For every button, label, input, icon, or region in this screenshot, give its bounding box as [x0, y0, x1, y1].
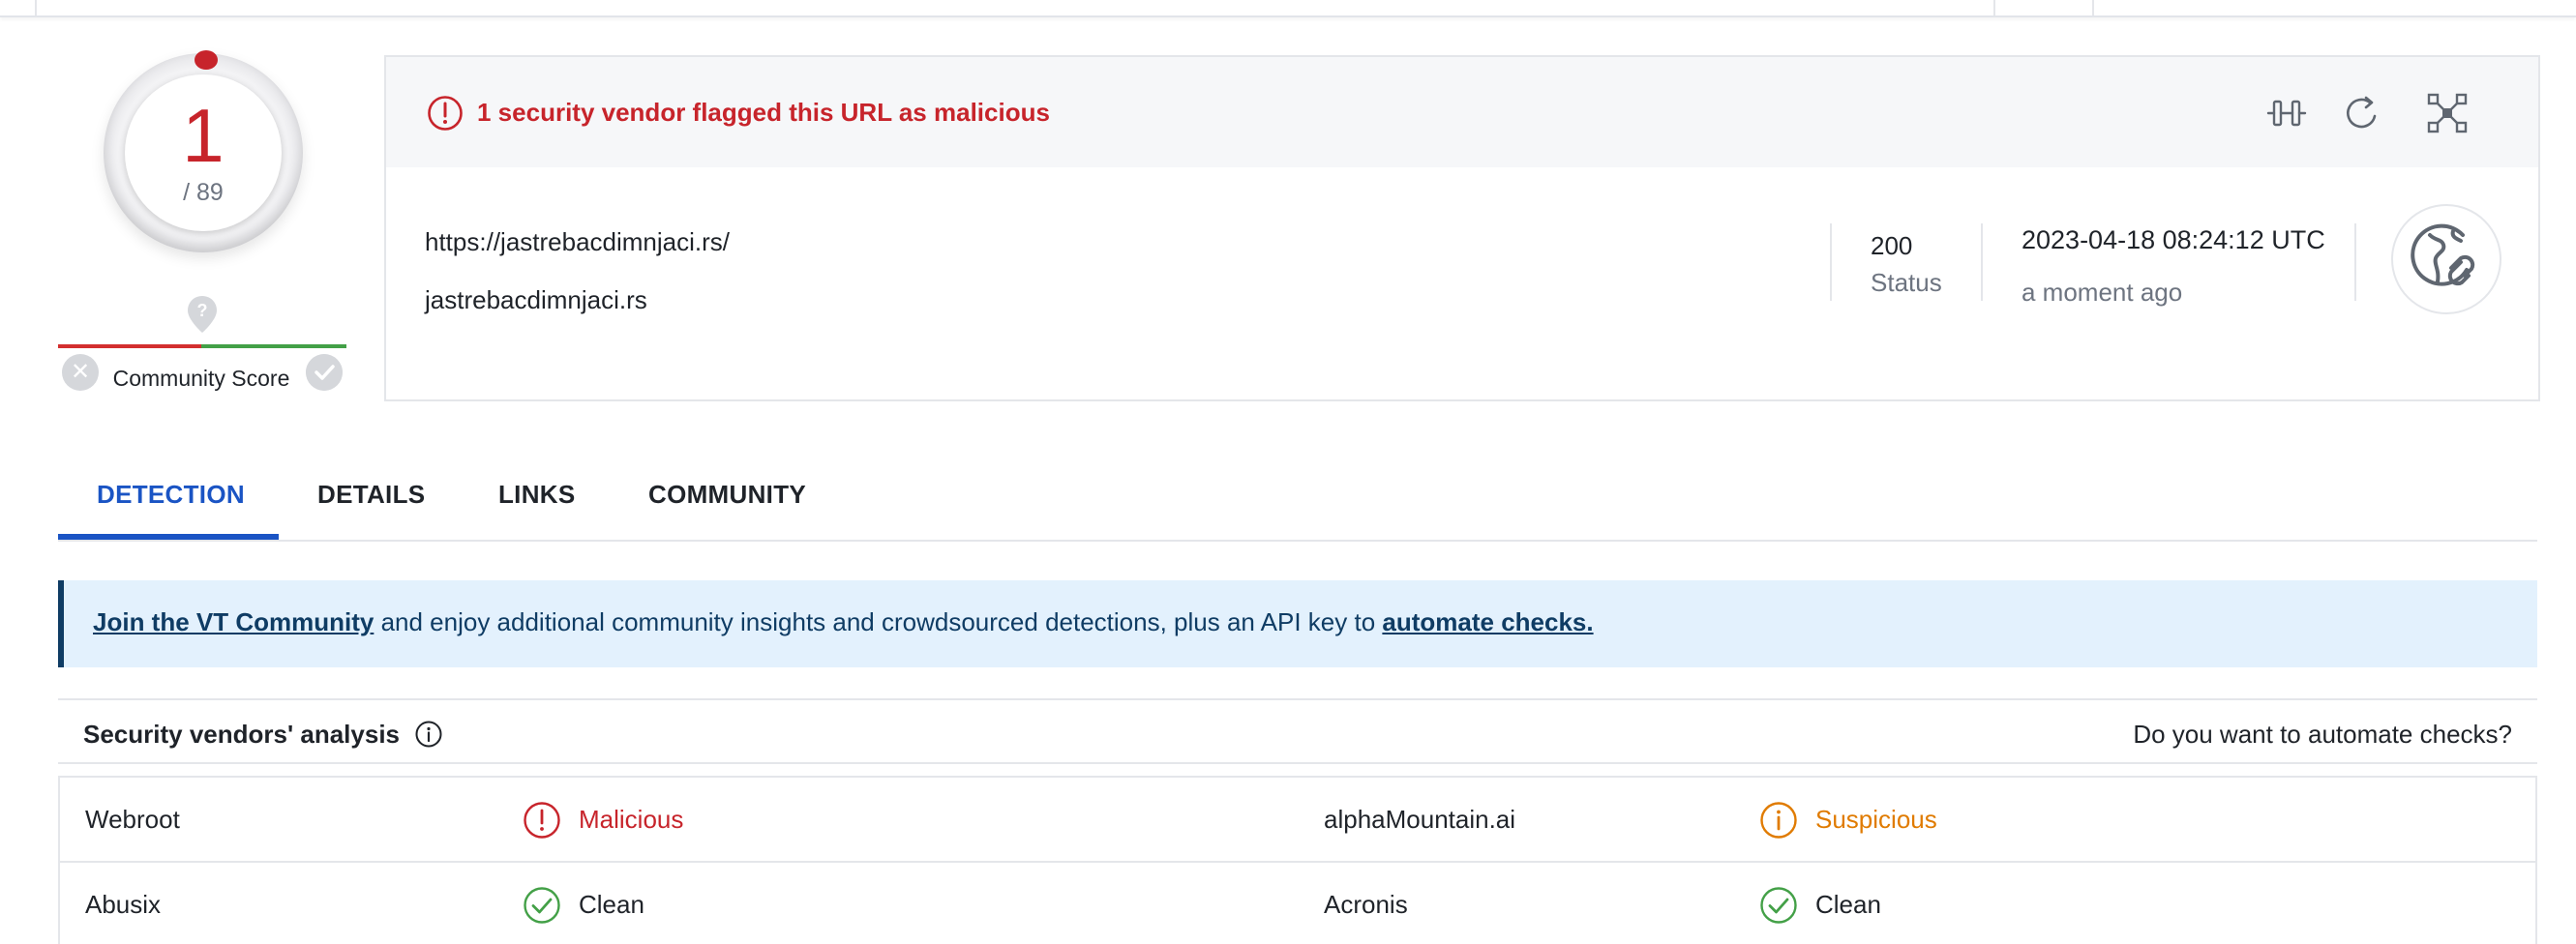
vendor-verdict: Suspicious: [1815, 805, 1937, 834]
top-bar-divider: [2092, 0, 2094, 15]
community-score-positive-bar: [201, 344, 346, 348]
vendor-name: alphaMountain.ai: [1324, 805, 1516, 834]
http-status-code: 200: [1871, 231, 1913, 260]
active-tab-indicator: [58, 534, 279, 540]
url-type-badge: [2391, 204, 2501, 314]
detection-score-gauge: 1 / 89: [104, 50, 303, 252]
vote-harmless-icon[interactable]: [306, 354, 343, 391]
detection-count: 1: [182, 93, 225, 178]
reanalyze-icon[interactable]: [2341, 92, 2383, 134]
top-bar-divider: [35, 0, 37, 15]
analysis-relative-time: a moment ago: [2022, 278, 2183, 307]
alert-header: 1 security vendor flagged this URL as ma…: [386, 57, 2538, 167]
url-summary-card: 1 security vendor flagged this URL as ma…: [384, 55, 2540, 401]
community-score-label: Community Score: [112, 366, 290, 391]
alert-icon: [428, 96, 463, 131]
info-icon[interactable]: [414, 720, 443, 749]
tab-community[interactable]: COMMUNITY: [648, 480, 806, 510]
tab-bar: DETECTION DETAILS LINKS COMMUNITY: [58, 455, 2537, 542]
score-circle: 1 / 89: [125, 74, 282, 231]
analysis-date: 2023-04-18 08:24:12 UTC: [2022, 225, 2325, 254]
summary-divider: [2354, 223, 2356, 301]
vendors-table: Webroot Malicious alphaMountain.ai Suspi…: [58, 776, 2537, 944]
scanned-domain[interactable]: jastrebacdimnjaci.rs: [425, 285, 647, 315]
summary-divider: [1830, 223, 1832, 301]
top-bar: [0, 0, 2576, 17]
graph-icon[interactable]: [2426, 92, 2469, 134]
banner-text: Join the VT Community and enjoy addition…: [93, 607, 1594, 637]
clean-check-icon: [1760, 887, 1797, 924]
alert-message: 1 security vendor flagged this URL as ma…: [477, 98, 1050, 127]
malicious-icon: [524, 802, 560, 839]
community-pin-icon: ?: [188, 296, 217, 333]
tab-detection[interactable]: DETECTION: [97, 480, 245, 510]
globe-link-icon: [2411, 223, 2475, 286]
community-banner: Join the VT Community and enjoy addition…: [58, 580, 2537, 667]
vendors-analysis-header: Security vendors' analysis Do you want t…: [58, 698, 2537, 764]
svg-text:?: ?: [197, 301, 208, 320]
vote-harmful-icon[interactable]: ✕: [62, 354, 99, 391]
engine-total: / 89: [183, 179, 224, 206]
table-row: Webroot Malicious alphaMountain.ai Suspi…: [60, 778, 2535, 863]
vendor-name: Webroot: [85, 805, 180, 834]
vendor-verdict: Clean: [579, 890, 644, 919]
summary-divider: [1981, 223, 1983, 301]
vendor-verdict: Clean: [1815, 890, 1881, 919]
suspicious-icon: [1760, 802, 1797, 839]
tab-details[interactable]: DETAILS: [317, 480, 425, 510]
automate-checks-prompt[interactable]: Do you want to automate checks?: [2133, 720, 2512, 750]
community-score-negative-bar: [58, 344, 201, 348]
clean-check-icon: [524, 887, 560, 924]
http-status-label: Status: [1871, 268, 1942, 297]
scanned-url[interactable]: https://jastrebacdimnjaci.rs/: [425, 227, 730, 257]
vendor-verdict: Malicious: [579, 805, 684, 834]
gauge-indicator-dot: [195, 50, 218, 70]
tab-links[interactable]: LINKS: [498, 480, 576, 510]
top-bar-divider: [1993, 0, 1995, 15]
join-community-link[interactable]: Join the VT Community: [93, 607, 374, 636]
vendor-name: Abusix: [85, 890, 162, 919]
table-row: Abusix Clean Acronis Clean: [60, 863, 2535, 944]
banner-message: and enjoy additional community insights …: [374, 607, 1383, 636]
analysis-title: Security vendors' analysis: [83, 720, 401, 749]
vendor-name: Acronis: [1324, 890, 1408, 919]
compare-icon[interactable]: [2265, 92, 2308, 134]
automate-checks-link[interactable]: automate checks.: [1382, 607, 1593, 636]
